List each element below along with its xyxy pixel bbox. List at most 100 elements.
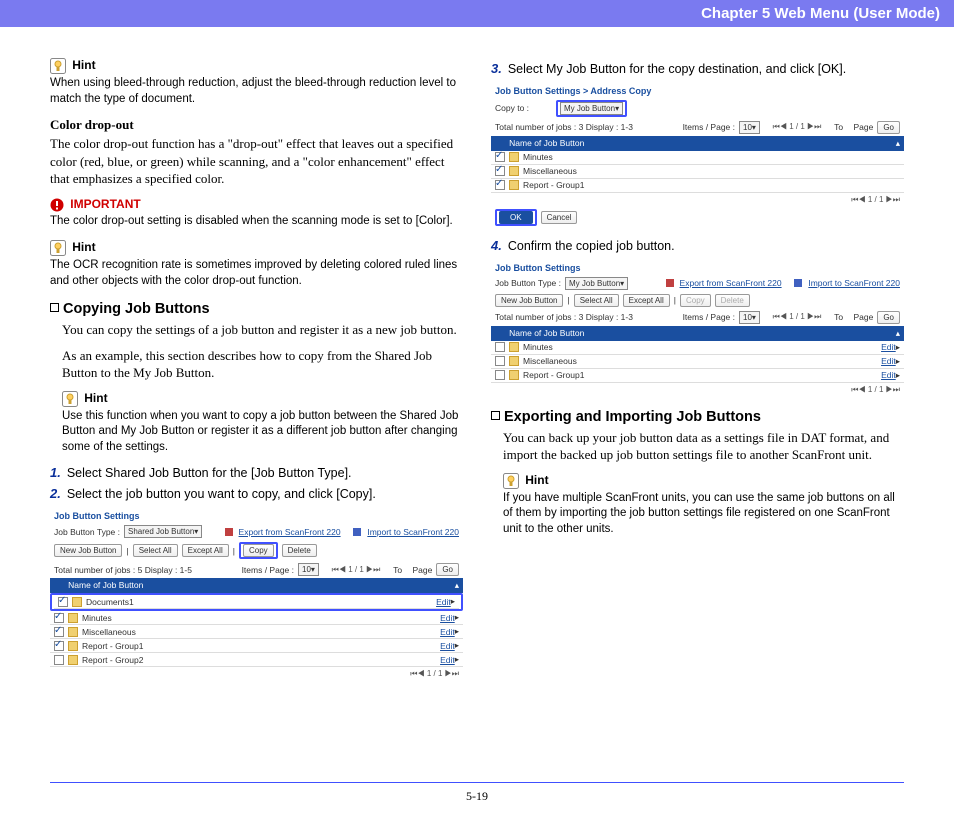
job-icon: [509, 152, 519, 162]
copy-highlight: Copy: [239, 542, 278, 559]
checkbox-icon[interactable]: [495, 166, 505, 176]
chapter-title: Chapter 5 Web Menu (User Mode): [701, 5, 940, 22]
row-name: Minutes: [523, 152, 553, 162]
edit-link[interactable]: Edit: [881, 370, 896, 380]
checkbox-icon[interactable]: [54, 641, 64, 651]
fig-import-link[interactable]: Import to ScanFront 220: [367, 527, 459, 537]
row-name: Miscellaneous: [523, 356, 577, 366]
step-text: Select the job button you want to copy, …: [67, 486, 376, 503]
fig-ok-button[interactable]: OK: [499, 211, 533, 224]
fig-delete-button[interactable]: Delete: [282, 544, 317, 557]
hint-text: Use this function when you want to copy …: [62, 409, 463, 456]
section-bullet-icon: [50, 303, 59, 312]
table-row[interactable]: Report - Group2Edit ▸: [50, 653, 463, 667]
export-icon: [666, 279, 674, 287]
table-row[interactable]: Documents1Edit ▸: [54, 595, 459, 609]
chapter-header: Chapter 5 Web Menu (User Mode): [0, 0, 954, 27]
fig-export-link[interactable]: Export from ScanFront 220: [239, 527, 341, 537]
edit-link[interactable]: Edit: [881, 342, 896, 352]
table-row[interactable]: MinutesEdit ▸: [491, 341, 904, 355]
fig-table-head: Name of Job Button▴: [50, 578, 463, 593]
fig-selectall-button[interactable]: Select All: [574, 294, 619, 307]
hint-icon: [50, 58, 66, 74]
fig-table-head: Name of Job Button▴: [491, 136, 904, 151]
table-row[interactable]: Report - Group1Edit ▸: [491, 369, 904, 383]
edit-link[interactable]: Edit: [881, 356, 896, 366]
fig-exceptall-button[interactable]: Except All: [623, 294, 670, 307]
fig-type-select[interactable]: My Job Button ▾: [565, 277, 628, 290]
table-row[interactable]: MiscellaneousEdit ▸: [491, 355, 904, 369]
edit-link[interactable]: Edit: [440, 613, 455, 623]
job-icon: [72, 597, 82, 607]
job-icon: [68, 613, 78, 623]
fig-items-select[interactable]: 10 ▾: [298, 563, 319, 576]
ok-highlight: OK: [495, 209, 537, 226]
fig-cancel-button[interactable]: Cancel: [541, 211, 578, 224]
fig-type-label: Job Button Type :: [54, 527, 120, 537]
job-icon: [509, 342, 519, 352]
import-icon: [794, 279, 802, 287]
hint-label: Hint: [84, 391, 107, 405]
hint-text: When using bleed-through reduction, adju…: [50, 76, 463, 107]
table-row[interactable]: MinutesEdit ▸: [50, 611, 463, 625]
table-row[interactable]: Minutes: [491, 151, 904, 165]
step-number: 1.: [50, 465, 61, 482]
fig-items-select[interactable]: 10 ▾: [739, 121, 760, 134]
fig-copy-button[interactable]: Copy: [680, 294, 711, 307]
edit-link[interactable]: Edit: [436, 597, 451, 607]
checkbox-icon[interactable]: [54, 613, 64, 623]
fig-title: Job Button Settings: [50, 509, 463, 523]
checkbox-icon[interactable]: [58, 597, 68, 607]
fig-new-button[interactable]: New Job Button: [495, 294, 563, 307]
checkbox-icon[interactable]: [495, 152, 505, 162]
fig-copyto-select[interactable]: My Job Button ▾: [560, 102, 623, 115]
color-dropout-title: Color drop-out: [50, 117, 463, 133]
fig-exceptall-button[interactable]: Except All: [182, 544, 229, 557]
figure-job-button-settings: Job Button Settings Job Button Type : Sh…: [50, 509, 463, 681]
table-row[interactable]: Report - Group1Edit ▸: [50, 639, 463, 653]
row-name: Miscellaneous: [523, 166, 577, 176]
table-row[interactable]: Miscellaneous: [491, 165, 904, 179]
edit-link[interactable]: Edit: [440, 641, 455, 651]
step-text: Select Shared Job Button for the [Job Bu…: [67, 465, 352, 482]
fig-export-link[interactable]: Export from ScanFront 220: [680, 278, 782, 288]
table-row[interactable]: Report - Group1: [491, 179, 904, 193]
fig-go-button[interactable]: Go: [877, 121, 900, 134]
fig-copy-button[interactable]: Copy: [243, 544, 274, 557]
fig-totals: Total number of jobs : 5 Display : 1-5: [54, 565, 192, 575]
checkbox-icon[interactable]: [54, 655, 64, 665]
job-icon: [509, 166, 519, 176]
important-block: IMPORTANT The color drop-out setting is …: [50, 196, 463, 230]
row-name: Report - Group2: [82, 655, 143, 665]
checkbox-icon[interactable]: [495, 356, 505, 366]
fig-delete-button[interactable]: Delete: [715, 294, 750, 307]
fig-pager: ⏮◀ 1 / 1 ▶⏭: [332, 565, 381, 575]
fig-go-button[interactable]: Go: [436, 563, 459, 576]
checkbox-icon[interactable]: [495, 370, 505, 380]
edit-link[interactable]: Edit: [440, 655, 455, 665]
fig-go-button[interactable]: Go: [877, 311, 900, 324]
checkbox-icon[interactable]: [54, 627, 64, 637]
checkbox-icon[interactable]: [495, 342, 505, 352]
fig-new-button[interactable]: New Job Button: [54, 544, 122, 557]
hint-block-3: Hint Use this function when you want to …: [62, 390, 463, 456]
step-number: 3.: [491, 61, 502, 78]
checkbox-icon[interactable]: [495, 180, 505, 190]
step-1: 1. Select Shared Job Button for the [Job…: [50, 465, 463, 482]
export-body: You can back up your job button data as …: [503, 429, 904, 464]
import-icon: [353, 528, 361, 536]
fig-totals: Total number of jobs : 3 Display : 1-3: [495, 122, 633, 132]
edit-link[interactable]: Edit: [440, 627, 455, 637]
row-name: Documents1: [86, 597, 134, 607]
fig-import-link[interactable]: Import to ScanFront 220: [808, 278, 900, 288]
export-icon: [225, 528, 233, 536]
job-icon: [509, 356, 519, 366]
important-label: IMPORTANT: [70, 197, 140, 211]
fig-selectall-button[interactable]: Select All: [133, 544, 178, 557]
table-row[interactable]: MiscellaneousEdit ▸: [50, 625, 463, 639]
copying-head-text: Copying Job Buttons: [63, 301, 210, 317]
fig-items-select[interactable]: 10 ▾: [739, 311, 760, 324]
page-footer: 5-19: [0, 782, 954, 804]
left-column: Hint When using bleed-through reduction,…: [50, 57, 463, 691]
fig-type-select[interactable]: Shared Job Button ▾: [124, 525, 202, 538]
